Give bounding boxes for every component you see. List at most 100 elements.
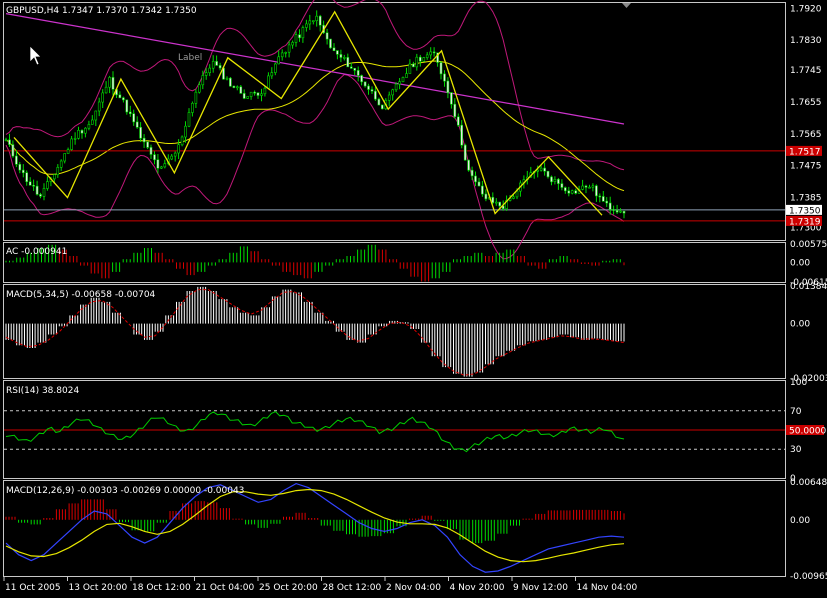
candle-body <box>425 54 429 58</box>
candle-body <box>180 136 184 146</box>
candle-body <box>443 73 446 82</box>
candle-body <box>139 127 142 139</box>
candle-body <box>391 89 395 96</box>
candle-body <box>18 164 22 171</box>
candle-body <box>477 181 481 187</box>
price-tag-label: 1.7319 <box>789 217 821 227</box>
candle-body <box>546 170 550 178</box>
x-tick-label: 25 Oct 20:00 <box>259 583 318 593</box>
candle-body <box>356 70 360 76</box>
candle-body <box>273 63 277 73</box>
candle-body <box>570 190 574 194</box>
candle-body <box>160 166 163 169</box>
candle-body <box>156 159 160 169</box>
candle-body <box>80 130 84 134</box>
main-price-tick: 1.7655 <box>790 98 822 108</box>
candle-body <box>66 149 70 154</box>
chart-label: Label <box>178 53 202 63</box>
candle-body <box>184 125 187 138</box>
macd1-tick: 0.01384 <box>790 282 827 292</box>
candle-body <box>398 81 401 85</box>
candle-body <box>387 94 391 101</box>
candle-body <box>619 210 622 213</box>
candle-body <box>97 101 101 112</box>
candle-body <box>263 87 267 95</box>
candle-body <box>581 185 584 190</box>
candle-body <box>418 56 422 62</box>
candle-body <box>146 141 149 148</box>
candle-body <box>198 84 201 93</box>
candle-body <box>204 72 208 76</box>
macd2-tick: 0.00648 <box>790 478 827 488</box>
main-price-tick: 1.7565 <box>790 130 822 140</box>
candle-body <box>218 65 222 69</box>
candle-body <box>111 77 115 90</box>
candle-body <box>35 185 39 195</box>
candle-body <box>153 154 156 161</box>
candle-body <box>608 202 612 210</box>
candle-body <box>377 98 381 106</box>
candle-body <box>125 99 129 113</box>
price-tag-label: 1.7350 <box>789 206 821 216</box>
x-tick-label: 21 Oct 04:00 <box>196 583 255 593</box>
candle-body <box>129 111 132 115</box>
candle-body <box>339 54 343 58</box>
candle-body <box>474 175 477 183</box>
candle-body <box>294 34 298 43</box>
rsi-tick: 100 <box>790 378 807 388</box>
candle-body <box>52 174 56 180</box>
candle-body <box>405 73 408 78</box>
candle-body <box>118 94 122 99</box>
x-tick-label: 13 Oct 20:00 <box>69 583 128 593</box>
chart-canvas[interactable]: 1.7920 1.7830 1.7745 1.7655 1.7565 1.7475 1.73… <box>0 0 827 594</box>
candle-body <box>550 176 553 183</box>
candle-body <box>291 42 294 46</box>
rsi-tag-label: 50.0000 <box>789 427 826 437</box>
candle-body <box>246 96 249 99</box>
candle-body <box>270 72 274 77</box>
macd1-title: MACD(5,34,5) -0.00658 -0.00704 <box>6 290 156 300</box>
candle-body <box>201 75 205 86</box>
candle-body <box>77 130 80 139</box>
candle-body <box>415 56 419 68</box>
candle-body <box>170 155 173 160</box>
candle-body <box>412 63 415 68</box>
candle-body <box>563 187 567 192</box>
x-tick-label: 28 Oct 12:00 <box>323 583 382 593</box>
candle-body <box>370 89 374 92</box>
candle-body <box>56 167 60 175</box>
candle-body <box>401 77 405 83</box>
rsi-tick: 70 <box>790 407 802 417</box>
candle-body <box>567 190 571 194</box>
candle-body <box>11 144 15 157</box>
candle-body <box>215 61 218 66</box>
candle-body <box>298 34 301 39</box>
ac-tick: 0.00575 <box>790 240 827 250</box>
main-price-tick: 1.7745 <box>790 66 822 76</box>
candle-body <box>149 147 153 155</box>
x-tick-label: 9 Nov 12:00 <box>513 583 568 593</box>
candle-body <box>539 167 543 171</box>
candle-body <box>91 119 94 125</box>
chart-window[interactable]: 1.7920 1.7830 1.7745 1.7655 1.7565 1.7475 1.73… <box>0 0 827 594</box>
candle-body <box>481 185 484 195</box>
price-tag-label: 1.7517 <box>789 147 821 157</box>
macd1-tick: 0.00 <box>790 320 810 330</box>
candle-body <box>236 86 239 89</box>
candle-body <box>467 159 470 171</box>
candle-body <box>422 57 426 62</box>
candle-body <box>229 77 232 87</box>
candle-body <box>367 85 370 90</box>
candle-body <box>311 20 315 23</box>
main-price-tick: 1.7920 <box>790 4 822 14</box>
candle-body <box>239 86 243 94</box>
candle-body <box>439 62 443 75</box>
x-tick-label: 4 Nov 20:00 <box>450 583 505 593</box>
candle-body <box>601 196 605 202</box>
candle-body <box>280 52 284 58</box>
candle-body <box>584 185 588 188</box>
candle-body <box>191 103 194 113</box>
candle-body <box>104 86 108 94</box>
candle-body <box>595 185 598 197</box>
candle-body <box>591 185 595 188</box>
